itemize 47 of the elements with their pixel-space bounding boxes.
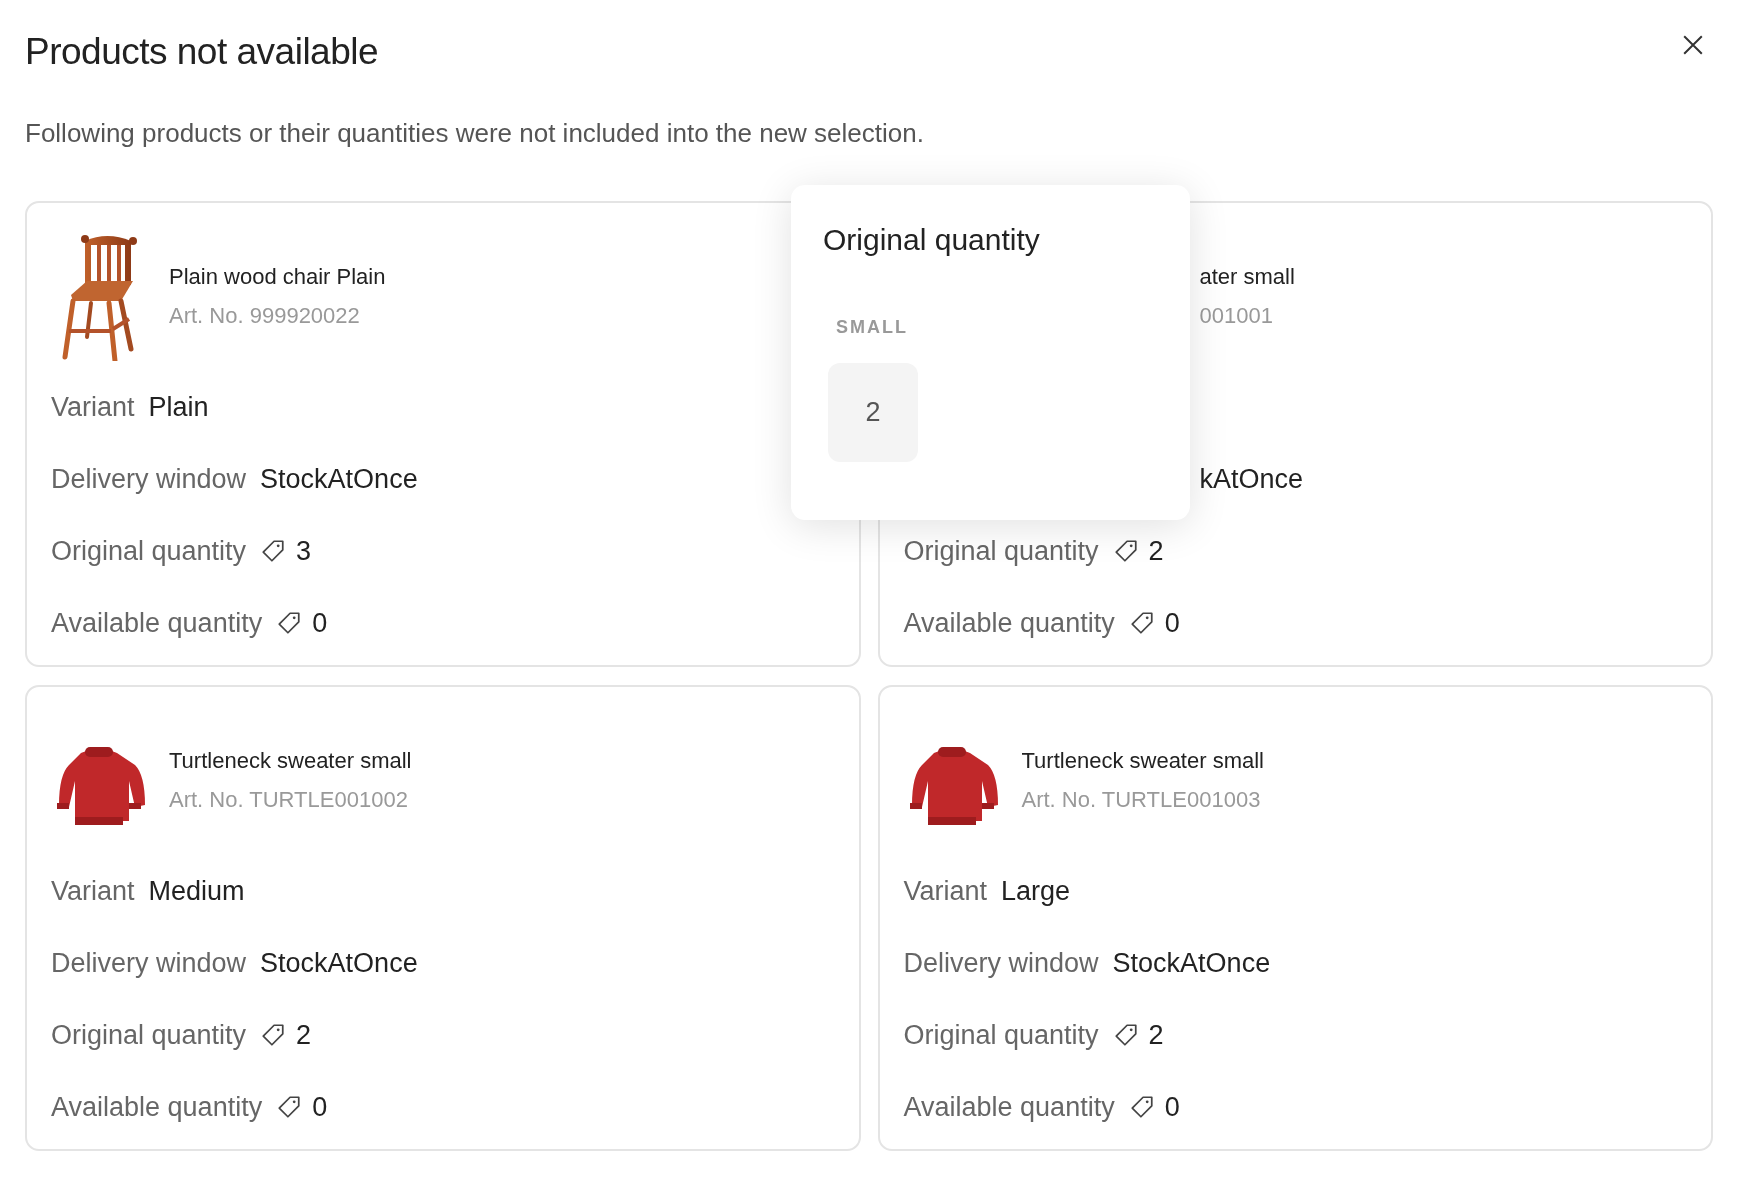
- field-value: 0: [312, 1091, 328, 1125]
- field-value: StockAtOnce: [1112, 947, 1271, 981]
- field-value: Medium: [148, 875, 245, 909]
- tag-icon: [276, 610, 303, 637]
- field-label: Original quantity: [51, 1019, 247, 1053]
- field-label: Available quantity: [51, 1091, 263, 1125]
- article-number: 001001: [1199, 302, 1274, 331]
- article-number: Art. No. TURTLE001002: [169, 786, 409, 815]
- field-label: Variant: [903, 875, 988, 909]
- field-label: Delivery window: [903, 947, 1099, 981]
- field-value: kAtOnce: [1199, 463, 1304, 497]
- field-label: Available quantity: [903, 607, 1115, 641]
- dialog-message: Following products or their quantities were not included into the new selection.: [25, 117, 925, 151]
- article-number: Art. No. 999920022: [169, 302, 361, 331]
- tag-icon: [276, 1094, 303, 1121]
- product-name: Plain wood chair Plain: [169, 263, 386, 292]
- tag-icon: [260, 1022, 287, 1049]
- field-value: 0: [312, 607, 328, 641]
- field-value: Plain: [148, 391, 209, 425]
- size-label: SMALL: [836, 316, 909, 339]
- field-label: Available quantity: [51, 607, 263, 641]
- field-value: 2: [1148, 535, 1164, 569]
- article-number: Art. No. TURTLE001003: [1021, 786, 1262, 815]
- field-value: 3: [296, 535, 312, 569]
- field-value: Large: [1001, 875, 1071, 909]
- field-label: Variant: [51, 391, 135, 425]
- tag-icon: [260, 538, 287, 565]
- product-name: Turtleneck sweater small: [1021, 747, 1264, 776]
- product-name: ater small: [1199, 263, 1295, 292]
- field-label: Original quantity: [903, 1019, 1099, 1053]
- field-value: 0: [1164, 607, 1180, 641]
- field-label: Available quantity: [903, 1091, 1115, 1125]
- close-icon: [1682, 33, 1704, 56]
- popover-title: Original quantity: [823, 222, 1041, 258]
- dialog-title: Products not available: [25, 30, 379, 74]
- field-label: Original quantity: [51, 535, 247, 569]
- product-name: Turtleneck sweater small: [169, 747, 412, 776]
- field-value: StockAtOnce: [260, 947, 418, 981]
- field-value: StockAtOnce: [260, 463, 418, 497]
- field-label: Original quantity: [903, 535, 1099, 569]
- field-label: Delivery window: [51, 463, 247, 497]
- field-label: Variant: [51, 875, 135, 909]
- field-label: Delivery window: [51, 947, 247, 981]
- field-value: 2: [1148, 1019, 1164, 1053]
- field-value: 2: [296, 1019, 312, 1053]
- quantity-box: 2: [828, 363, 918, 462]
- field-value: 0: [1164, 1091, 1180, 1125]
